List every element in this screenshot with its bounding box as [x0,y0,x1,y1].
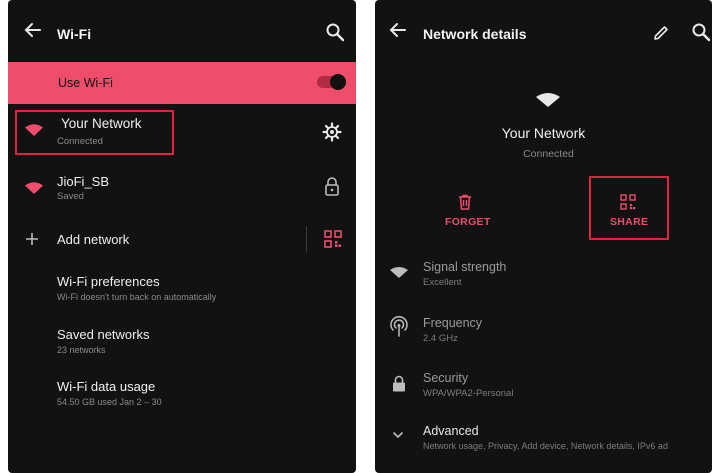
divider [306,226,307,252]
setting-sub: 54.50 GB used Jan 2 – 30 [57,397,162,407]
detail-value: Excellent [423,277,462,288]
detail-label: Frequency [423,316,483,330]
use-wifi-row[interactable]: Use Wi-Fi [8,62,356,104]
back-arrow-icon[interactable] [387,19,409,41]
wifi-signal-icon [25,182,43,194]
network-name: JioFi_SB [57,174,110,189]
setting-label: Saved networks [57,327,150,342]
security-item: Security WPA/WPA2-Personal [375,370,712,410]
wifi-signal-icon [536,93,560,107]
advanced-item[interactable]: Advanced Network usage, Privacy, Add dev… [375,424,712,464]
detail-label: Advanced [423,424,479,438]
network-details-screen: Network details Your Network Connected F… [375,0,712,473]
qr-code-icon[interactable] [324,230,342,248]
antenna-icon [390,316,408,337]
plus-icon [26,233,38,245]
gear-icon[interactable] [322,122,342,142]
setting-label: Wi-Fi data usage [57,379,156,394]
back-arrow-icon[interactable] [22,19,44,41]
network-item-your-network[interactable]: Your Network Connected [8,108,356,158]
network-item-jiofi-sb[interactable]: JioFi_SB Saved [8,166,356,210]
setting-label: Wi-Fi preferences [57,274,160,289]
wifi-toggle[interactable] [317,74,346,90]
trash-icon [459,194,471,210]
detail-value: Network usage, Privacy, Add device, Netw… [423,441,668,451]
frequency-item: Frequency 2.4 GHz [375,314,712,354]
share-label: SHARE [610,216,649,228]
page-title: Wi-Fi [57,26,92,42]
add-network-row[interactable]: Add network [8,222,356,256]
details-app-bar: Network details [375,0,712,62]
wifi-signal-icon [25,124,43,136]
setting-sub: 23 networks [57,345,106,355]
detail-value: WPA/WPA2-Personal [423,388,514,399]
edit-pencil-icon[interactable] [652,24,670,42]
detail-label: Signal strength [423,260,507,274]
signal-strength-item: Signal strength Excellent [375,258,712,298]
wifi-signal-icon [390,267,408,278]
network-name: Your Network [501,125,586,141]
network-status: Saved [57,191,84,202]
use-wifi-label: Use Wi-Fi [58,76,113,90]
setting-sub: Wi-Fi doesn't turn back on automatically [57,292,217,302]
wifi-data-usage-item[interactable]: Wi-Fi data usage 54.50 GB used Jan 2 – 3… [8,376,356,416]
network-name: Your Network [61,116,142,131]
forget-label: FORGET [445,216,491,228]
wifi-preferences-item[interactable]: Wi-Fi preferences Wi-Fi doesn't turn bac… [8,272,356,312]
network-status: Connected [57,136,103,147]
wifi-app-bar: Wi-Fi [8,0,356,62]
chevron-down-icon [393,432,403,439]
forget-button[interactable]: FORGET [425,190,505,234]
detail-value: 2.4 GHz [423,333,458,344]
search-icon[interactable] [325,22,345,42]
wifi-screen: Wi-Fi Use Wi-Fi Your Network Connected J… [8,0,356,473]
lock-icon [393,375,405,392]
saved-networks-item[interactable]: Saved networks 23 networks [8,324,356,364]
qr-code-icon [620,194,636,210]
network-status: Connected [523,148,574,160]
page-title: Network details [423,26,527,42]
detail-label: Security [423,371,469,385]
add-network-label: Add network [57,232,130,247]
search-icon[interactable] [691,22,711,42]
lock-icon [325,177,339,196]
share-button[interactable]: SHARE [589,176,669,240]
toggle-knob [330,74,346,90]
